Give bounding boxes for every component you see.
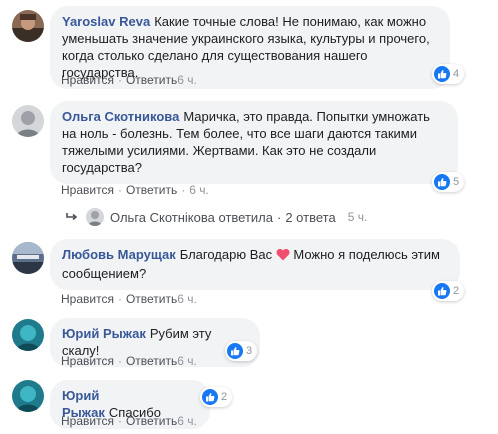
avatar-lyubov-marushchak[interactable] — [12, 242, 44, 274]
reaction-count-badge[interactable]: 5 — [432, 172, 465, 192]
comment-author[interactable]: Любовь Марущак — [62, 247, 176, 262]
reply-link[interactable]: Ответить — [126, 414, 177, 428]
like-link[interactable]: Нравится — [61, 183, 114, 197]
reaction-count-badge[interactable]: 4 — [432, 64, 465, 84]
reaction-count: 2 — [221, 391, 228, 403]
avatar-yaroslav-reva[interactable] — [12, 10, 44, 42]
avatar-photo-icon — [12, 10, 44, 42]
comment-text: Благодарю Вас — [179, 247, 273, 262]
reply-author: Ольга Скотнікова — [110, 209, 215, 225]
comment-time[interactable]: 6 ч. — [189, 183, 209, 197]
reply-arrow-icon — [66, 212, 78, 222]
like-reaction-icon — [434, 283, 450, 299]
reply-link[interactable]: Ответить — [126, 73, 177, 87]
comment-actions: Нравится · Ответить · 6 ч. — [61, 183, 209, 197]
avatar-photo-icon — [12, 380, 44, 412]
comment-bubble: Ольга Скотникова Маричка, это правда. Поп… — [50, 101, 458, 184]
reaction-count: 2 — [453, 285, 460, 297]
like-link[interactable]: Нравится — [61, 414, 114, 428]
reaction-count: 4 — [453, 68, 460, 80]
reply-link[interactable]: Ответить — [126, 183, 177, 197]
avatar-yuriy-ryzhak[interactable] — [12, 380, 44, 412]
avatar-olga-skotnikova[interactable] — [12, 105, 44, 137]
like-reaction-icon — [434, 66, 450, 82]
reaction-count: 5 — [453, 176, 460, 188]
avatar-photo-icon — [12, 319, 44, 351]
avatar-photo-icon — [12, 242, 44, 274]
reply-link[interactable]: Ответить — [126, 292, 177, 306]
reaction-count: 3 — [246, 345, 253, 357]
comment-time[interactable]: 6 ч. — [177, 292, 197, 306]
avatar-photo-icon — [12, 105, 44, 137]
comment-author[interactable]: Yaroslav Reva — [62, 14, 150, 29]
reaction-count-badge[interactable]: 2 — [432, 281, 465, 301]
like-reaction-icon — [227, 343, 243, 359]
comment-actions: Нравится · Ответить6 ч. — [61, 73, 197, 87]
reply-time: 5 ч. — [347, 210, 368, 224]
like-reaction-icon — [434, 174, 450, 190]
comment-author[interactable]: Ольга Скотникова — [62, 109, 179, 124]
comment-bubble: Любовь Марущак Благодарю Вас Можно я поде… — [50, 239, 460, 290]
reaction-count-badge[interactable]: 3 — [225, 341, 258, 361]
avatar-reply-author — [86, 208, 104, 226]
comment-actions: Нравится · Ответить6 ч. — [61, 354, 197, 368]
reaction-count-badge[interactable]: 2 — [200, 387, 233, 407]
like-link[interactable]: Нравится — [61, 292, 114, 306]
reply-verb: ответила — [218, 209, 274, 225]
view-replies-link[interactable]: Ольга Скотнікова ответила · 2 ответа 5 ч. — [66, 208, 367, 226]
heart-emoji-icon — [276, 248, 290, 265]
reply-link[interactable]: Ответить — [126, 354, 177, 368]
like-link[interactable]: Нравится — [61, 73, 114, 87]
reply-count: 2 ответа — [285, 209, 336, 225]
like-reaction-icon — [202, 389, 218, 405]
comment-actions: Нравится · Ответить6 ч. — [61, 292, 197, 306]
like-link[interactable]: Нравится — [61, 354, 114, 368]
comment-author[interactable]: Юрий Рыжак — [62, 326, 146, 341]
comment-time[interactable]: 6 ч. — [177, 414, 197, 428]
comment-time[interactable]: 6 ч. — [177, 354, 197, 368]
comment-actions: Нравится · Ответить6 ч. — [61, 414, 197, 428]
avatar-yuriy-ryzhak[interactable] — [12, 319, 44, 351]
comment-time[interactable]: 6 ч. — [177, 73, 197, 87]
